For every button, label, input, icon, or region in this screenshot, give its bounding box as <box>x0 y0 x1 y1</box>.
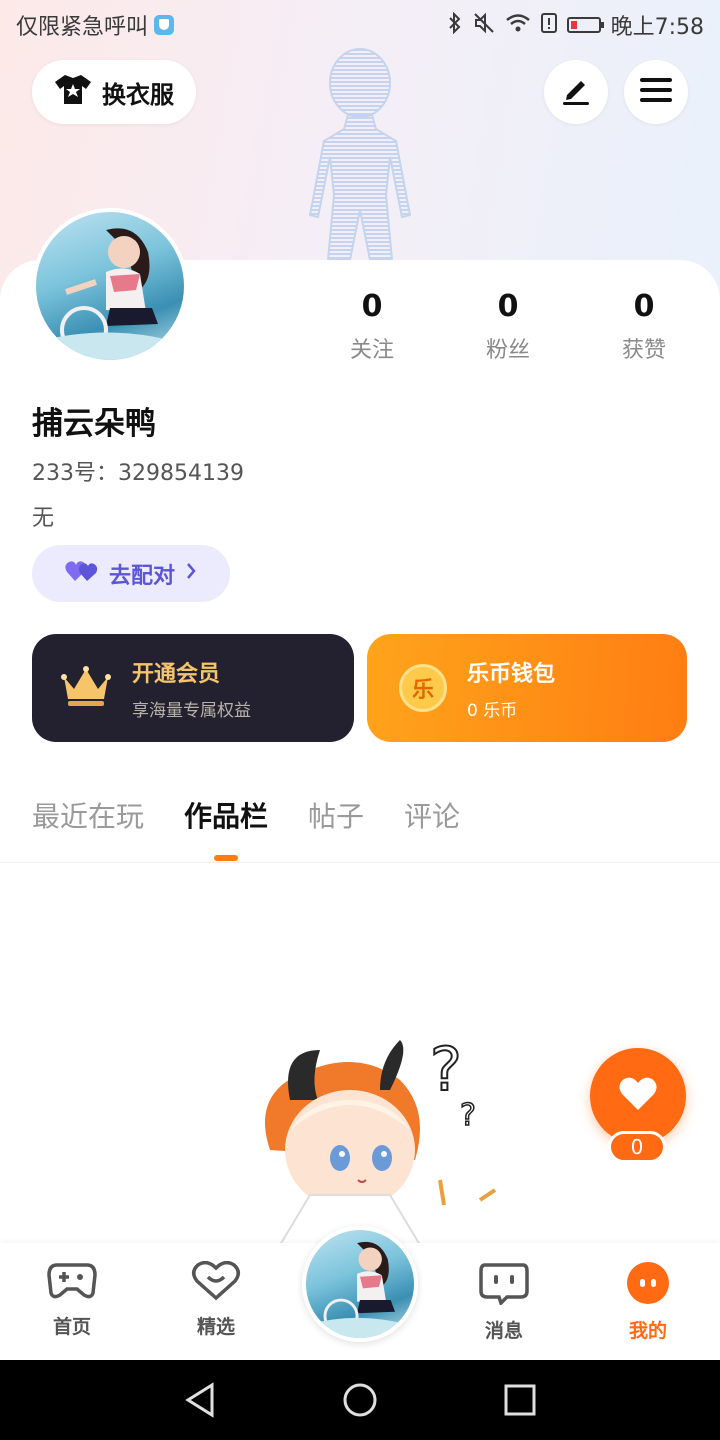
wallet-balance: 0 乐币 <box>467 700 518 721</box>
clock-text: 晚上7:58 <box>610 15 704 40</box>
double-heart-icon <box>65 559 99 589</box>
stat-value: 0 <box>497 289 519 324</box>
user-bio: 无 <box>32 506 55 531</box>
nav-featured-label: 精选 <box>196 1316 235 1338</box>
status-bar: 仅限紧急呼叫 晚上7:58 <box>0 0 720 50</box>
nav-messages[interactable]: 消息 <box>454 1261 554 1343</box>
change-outfit-button[interactable]: 换衣服 <box>32 60 196 124</box>
avatar-figure-illustration <box>308 48 412 260</box>
tab-comments[interactable]: 评论 <box>404 795 460 835</box>
stat-followers[interactable]: 0 粉丝 <box>440 288 576 364</box>
wallet-card[interactable]: 乐 乐币钱包 0 乐币 <box>367 634 687 742</box>
nav-me-label: 我的 <box>628 1320 667 1342</box>
nav-home-label: 首页 <box>52 1316 91 1338</box>
profile-tabs: 最近在玩 作品栏 帖子 评论 <box>32 795 460 835</box>
sim-alert-icon <box>540 12 557 39</box>
stat-label: 关注 <box>349 338 394 363</box>
svg-text:?: ? <box>460 1098 476 1133</box>
tab-posts[interactable]: 帖子 <box>308 795 364 835</box>
stat-following[interactable]: 0 关注 <box>304 288 440 364</box>
profile-stats: 0 关注 0 粉丝 0 获赞 <box>304 288 712 364</box>
stat-likes[interactable]: 0 获赞 <box>576 288 712 364</box>
stat-value: 0 <box>633 289 655 324</box>
vip-title: 开通会员 <box>132 661 221 687</box>
menu-button[interactable] <box>624 60 688 124</box>
system-nav-bar <box>0 1360 720 1440</box>
pair-button[interactable]: 去配对 <box>32 545 230 602</box>
gamepad-icon <box>47 1263 97 1306</box>
nav-messages-label: 消息 <box>484 1320 523 1342</box>
back-icon[interactable] <box>184 1382 216 1422</box>
tshirt-icon <box>54 73 92 111</box>
pen-icon <box>559 73 593 111</box>
heart-chat-icon <box>191 1260 241 1306</box>
stat-label: 获赞 <box>621 338 666 363</box>
nav-featured[interactable]: 精选 <box>166 1260 266 1339</box>
like-count: 0 <box>608 1131 666 1163</box>
tab-recent[interactable]: 最近在玩 <box>32 795 144 835</box>
coin-icon: 乐 <box>399 664 447 712</box>
tabs-divider <box>0 862 720 863</box>
svg-text:?: ? <box>430 1035 462 1105</box>
mute-icon <box>473 12 495 39</box>
chevron-right-icon <box>185 561 197 586</box>
nav-center-avatar[interactable] <box>302 1226 418 1342</box>
nav-home[interactable]: 首页 <box>22 1261 122 1339</box>
hamburger-icon <box>640 76 672 108</box>
tab-works[interactable]: 作品栏 <box>184 795 268 835</box>
battery-icon <box>566 17 604 33</box>
avatar[interactable] <box>32 208 188 364</box>
shield-icon <box>154 15 175 35</box>
edit-profile-button[interactable] <box>544 60 608 124</box>
user-id: 233号：329854139 <box>32 461 244 486</box>
pair-label: 去配对 <box>108 563 175 589</box>
carrier-text: 仅限紧急呼叫 <box>16 15 149 40</box>
recents-icon[interactable] <box>504 1384 536 1420</box>
like-button[interactable] <box>590 1048 686 1144</box>
home-icon[interactable] <box>342 1382 378 1422</box>
profile-face-icon <box>625 1262 671 1310</box>
avatar-illustration <box>306 1241 414 1338</box>
change-outfit-label: 换衣服 <box>102 80 174 109</box>
username: 捕云朵鸭 <box>32 406 156 442</box>
nav-me[interactable]: 我的 <box>598 1261 698 1343</box>
stat-value: 0 <box>361 289 383 324</box>
crown-icon <box>60 663 112 713</box>
bluetooth-icon <box>447 11 463 39</box>
wifi-icon <box>505 12 531 39</box>
avatar-illustration <box>36 228 184 360</box>
heart-icon <box>618 1076 658 1116</box>
vip-card[interactable]: 开通会员 享海量专属权益 <box>32 634 354 742</box>
wallet-title: 乐币钱包 <box>467 661 556 687</box>
message-icon <box>479 1263 529 1310</box>
empty-state-mascot: ? ? <box>265 1034 497 1245</box>
vip-subtitle: 享海量专属权益 <box>132 700 251 721</box>
stat-label: 粉丝 <box>485 338 530 363</box>
